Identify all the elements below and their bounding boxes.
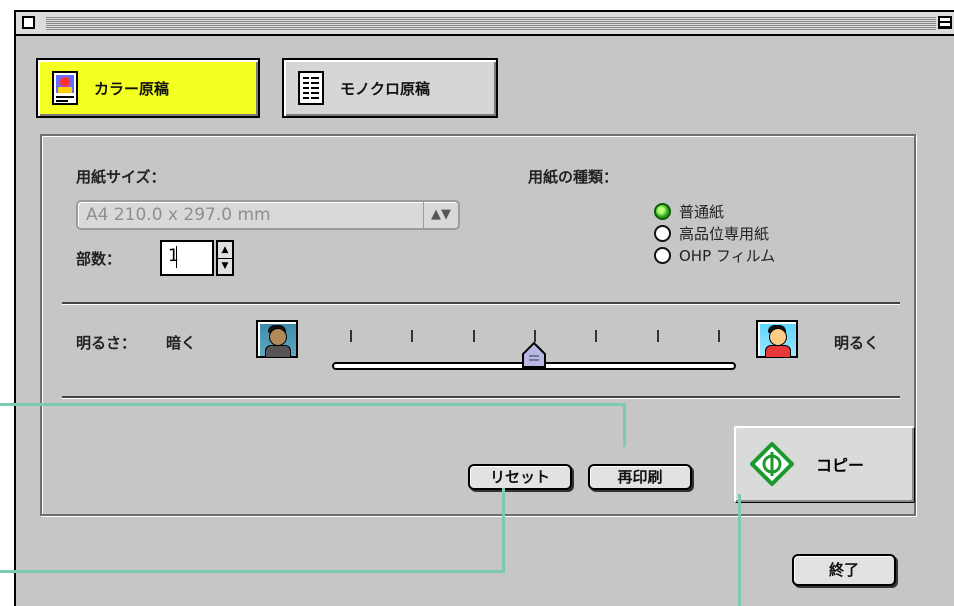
- copy-button[interactable]: コピー: [734, 426, 914, 502]
- slider-tick: [534, 330, 536, 342]
- settings-panel: 用紙サイズ： A4 210.0 x 297.0 mm ▲▼ 部数： 1 ▲ ▼ …: [40, 134, 916, 516]
- tab-color-original[interactable]: カラー原稿: [36, 58, 260, 118]
- radio-button[interactable]: [654, 246, 671, 264]
- paper-size-label: 用紙サイズ：: [76, 168, 166, 186]
- radio-ohp-film[interactable]: OHP フィルム: [654, 244, 775, 266]
- copies-input[interactable]: 1: [160, 240, 214, 276]
- copies-stepper[interactable]: ▲ ▼: [216, 240, 234, 276]
- brightness-label: 明るさ：: [76, 334, 137, 352]
- divider: [62, 396, 900, 399]
- callout-line-reset: [0, 570, 505, 573]
- light-face-icon: [756, 320, 798, 358]
- brightness-dark-label: 暗く: [166, 334, 197, 352]
- paper-size-value: A4 210.0 x 297.0 mm: [86, 205, 271, 225]
- radio-label: 高品位専用紙: [679, 224, 770, 243]
- select-arrows-icon: ▲▼: [423, 202, 458, 228]
- stepper-down-icon[interactable]: ▼: [218, 258, 232, 274]
- callout-line-reset-rise: [502, 488, 505, 573]
- copies-label: 部数：: [76, 250, 122, 268]
- tab-color-original-label: カラー原稿: [94, 79, 170, 98]
- close-box[interactable]: [22, 16, 35, 29]
- quit-button[interactable]: 終了: [792, 554, 896, 586]
- slider-tick: [472, 330, 475, 342]
- copy-utility-window: カラー原稿 モノクロ原稿 用紙サイズ： A4 210.0 x 297.0 mm …: [14, 10, 954, 606]
- radio-button[interactable]: [654, 224, 671, 242]
- title-bar-stripes: [46, 16, 936, 30]
- radio-button[interactable]: [654, 202, 671, 220]
- slider-tick: [350, 330, 352, 342]
- color-original-icon: [52, 71, 78, 105]
- reprint-button[interactable]: 再印刷: [588, 464, 692, 490]
- slider-tick: [656, 330, 659, 342]
- mono-original-icon: [298, 71, 324, 105]
- tab-mono-original[interactable]: モノクロ原稿: [282, 58, 498, 118]
- radio-high-quality-paper[interactable]: 高品位専用紙: [654, 222, 769, 244]
- copy-button-label: コピー: [816, 456, 865, 475]
- radio-label: OHP フィルム: [679, 246, 776, 265]
- zoom-box[interactable]: [938, 16, 952, 29]
- paper-size-select[interactable]: A4 210.0 x 297.0 mm ▲▼: [76, 200, 460, 230]
- callout-line-reprint: [0, 403, 626, 406]
- callout-line-reprint-drop: [623, 403, 626, 447]
- title-bar[interactable]: [16, 12, 954, 36]
- brightness-light-label: 明るく: [834, 334, 880, 352]
- radio-label: 普通紙: [679, 202, 725, 221]
- copy-start-icon: [750, 442, 794, 486]
- copies-value: 1: [168, 246, 179, 266]
- paper-type-label: 用紙の種類：: [528, 168, 619, 186]
- slider-tick: [411, 330, 414, 342]
- dark-face-icon: [256, 320, 298, 358]
- tab-mono-original-label: モノクロ原稿: [340, 79, 431, 98]
- brightness-slider-thumb[interactable]: [522, 341, 546, 368]
- radio-plain-paper[interactable]: 普通紙: [654, 200, 724, 222]
- stepper-up-icon[interactable]: ▲: [218, 242, 232, 259]
- slider-tick: [595, 330, 598, 342]
- reset-button[interactable]: リセット: [468, 464, 572, 490]
- slider-tick: [718, 330, 720, 342]
- callout-line-copy: [738, 494, 741, 606]
- divider: [62, 302, 900, 305]
